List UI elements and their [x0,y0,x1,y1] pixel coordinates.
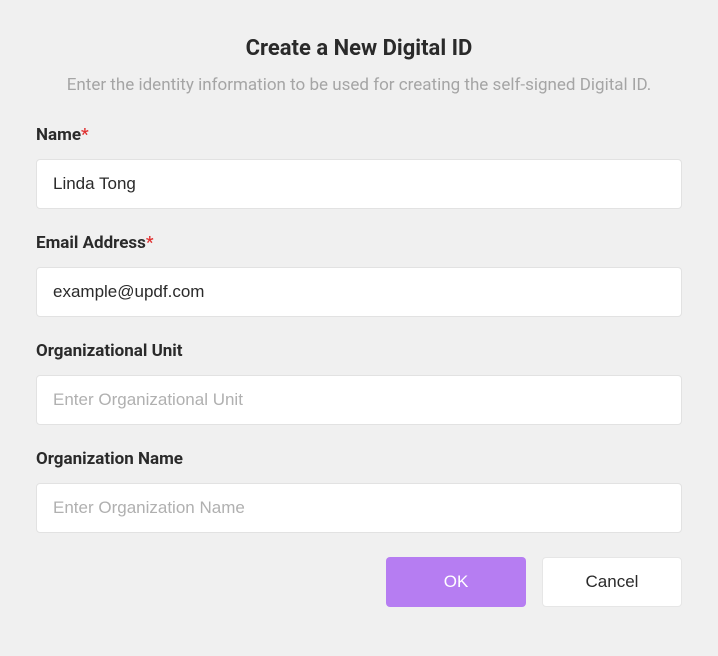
org-unit-label: Organizational Unit [36,341,682,361]
form-group-name: Name* [36,125,682,209]
required-asterisk: * [146,233,154,253]
name-label: Name* [36,125,682,145]
dialog-subtitle: Enter the identity information to be use… [36,75,682,95]
required-asterisk: * [81,125,89,145]
form-group-org-unit: Organizational Unit [36,341,682,425]
org-name-input[interactable] [36,483,682,533]
cancel-button[interactable]: Cancel [542,557,682,607]
form-group-email: Email Address* [36,233,682,317]
form-group-org-name: Organization Name [36,449,682,533]
email-label-text: Email Address [36,233,146,253]
org-unit-input[interactable] [36,375,682,425]
name-input[interactable] [36,159,682,209]
ok-button[interactable]: OK [386,557,526,607]
button-row: OK Cancel [36,557,682,607]
name-label-text: Name [36,125,81,145]
email-input[interactable] [36,267,682,317]
create-digital-id-dialog: Create a New Digital ID Enter the identi… [0,0,718,637]
org-name-label: Organization Name [36,449,682,469]
email-label: Email Address* [36,233,682,253]
dialog-title: Create a New Digital ID [36,36,682,61]
